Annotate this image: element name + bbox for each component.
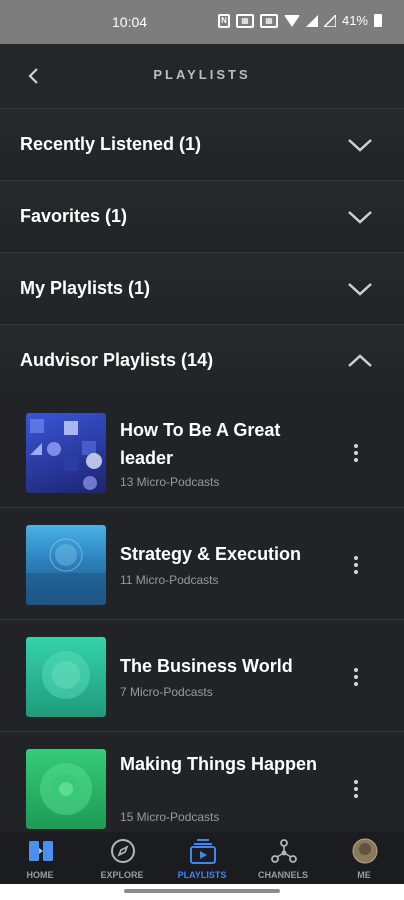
home-icon (29, 841, 53, 861)
more-options-button[interactable] (346, 441, 366, 465)
section-label: Recently Listened (1) (20, 134, 202, 154)
dot-icon (354, 556, 358, 560)
playlist-item[interactable]: Strategy & Execution 11 Micro-Podcasts (0, 508, 404, 620)
image-icon: ▦ (235, 13, 254, 28)
chevron-down-icon (348, 283, 372, 296)
dot-icon (354, 682, 358, 686)
tab-explore[interactable]: EXPLORE (82, 832, 162, 884)
nfc-icon: N (217, 13, 230, 28)
playlist-subtitle: 15 Micro-Podcasts (120, 810, 220, 824)
channels-icon (271, 839, 297, 863)
dot-icon (354, 570, 358, 574)
playlist-item[interactable]: Making Things Happen 15 Micro-Podcasts (0, 732, 404, 832)
dot-icon (354, 794, 358, 798)
tab-label: ME (357, 870, 371, 880)
dot-icon (354, 780, 358, 784)
tab-home[interactable]: HOME (0, 832, 80, 884)
status-time: 10:04 (112, 14, 148, 30)
signal-empty-icon (323, 14, 336, 27)
section-label: Favorites (1) (20, 206, 128, 226)
more-options-button[interactable] (346, 777, 366, 801)
dot-icon (354, 563, 358, 567)
playlist-title: The Business World (120, 656, 293, 676)
dot-icon (354, 451, 358, 455)
playlist-subtitle: 11 Micro-Podcasts (120, 573, 219, 587)
signal-icon (305, 14, 318, 27)
home-indicator[interactable] (124, 889, 280, 893)
dot-icon (354, 444, 358, 448)
tab-label: EXPLORE (100, 870, 144, 880)
image-icon: ▦ (259, 13, 278, 28)
more-options-button[interactable] (346, 665, 366, 689)
playlist-thumbnail (26, 749, 106, 829)
playlist-subtitle: 7 Micro-Podcasts (120, 685, 213, 699)
wifi-icon (283, 14, 300, 27)
playlist-item[interactable]: How To Be A Great leader 13 Micro-Podcas… (0, 396, 404, 508)
status-bar: 10:04 N ▦ ▦ 41% (0, 0, 404, 44)
dot-icon (354, 787, 358, 791)
playlist-title: How To Be A Great leader (120, 420, 281, 468)
bottom-tab-bar: HOME EXPLORE PLAYLISTS CHANNELS ME (0, 832, 404, 884)
dot-icon (354, 675, 358, 679)
playlist-icon (190, 839, 216, 864)
status-icons: N ▦ ▦ 41% (217, 13, 382, 28)
tab-label: CHANNELS (257, 870, 308, 880)
section-my-playlists[interactable]: My Playlists (1) (0, 252, 404, 324)
page-title: PLAYLISTS (153, 67, 251, 82)
section-label: Audvisor Playlists (14) (20, 350, 214, 370)
playlist-title: Making Things Happen (120, 754, 318, 774)
header: PLAYLISTS (0, 44, 404, 108)
tab-channels[interactable]: CHANNELS (243, 832, 323, 884)
playlist-thumbnail (26, 413, 106, 493)
tab-me[interactable]: ME (324, 832, 404, 884)
dot-icon (354, 458, 358, 462)
more-options-button[interactable] (346, 553, 366, 577)
section-label: My Playlists (1) (20, 278, 151, 298)
playlist-title: Strategy & Execution (120, 544, 302, 564)
chevron-down-icon (348, 211, 372, 224)
playlist-item[interactable]: The Business World 7 Micro-Podcasts (0, 620, 404, 732)
tab-label: HOME (26, 870, 54, 880)
section-favorites[interactable]: Favorites (1) (0, 180, 404, 252)
section-recently-listened[interactable]: Recently Listened (1) (0, 108, 404, 180)
tab-label: PLAYLISTS (177, 870, 227, 880)
section-audvisor-playlists[interactable]: Audvisor Playlists (14) (0, 324, 404, 396)
dot-icon (354, 668, 358, 672)
chevron-down-icon (348, 139, 372, 152)
playlist-subtitle: 13 Micro-Podcasts (120, 475, 220, 489)
chevron-up-icon (348, 354, 372, 367)
compass-icon (111, 839, 135, 863)
tab-playlists[interactable]: PLAYLISTS (162, 832, 242, 884)
playlist-thumbnail (26, 637, 106, 717)
battery-icon (374, 14, 382, 27)
battery-percentage: 41% (341, 13, 368, 28)
avatar-icon (352, 838, 378, 864)
playlist-thumbnail (26, 525, 106, 605)
